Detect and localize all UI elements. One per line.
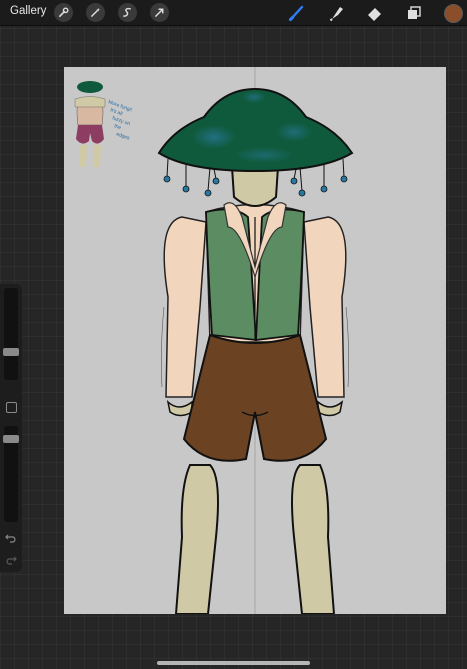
brush-icon — [288, 5, 304, 21]
brush-size-knob[interactable] — [3, 348, 19, 357]
modify-square-icon[interactable] — [6, 402, 17, 413]
selection-icon — [123, 7, 131, 17]
mushroom-cap — [157, 87, 354, 173]
transform-arrow-icon — [155, 8, 164, 17]
eraser-icon — [368, 7, 381, 21]
layers-icon — [408, 5, 421, 19]
transform-button[interactable] — [150, 3, 169, 22]
adjustments-button[interactable] — [86, 3, 105, 22]
brush-size-slider[interactable] — [4, 288, 18, 380]
home-indicator[interactable] — [157, 661, 310, 665]
brush-button[interactable] — [286, 2, 308, 23]
actions-button[interactable] — [54, 3, 73, 22]
magic-wand-icon — [91, 7, 101, 17]
gallery-button[interactable]: Gallery — [10, 5, 46, 17]
opacity-knob[interactable] — [3, 434, 19, 443]
wrench-icon — [59, 7, 69, 17]
artwork: More fungi! It's all fuzzy on the edges — [74, 67, 354, 614]
color-swatch-button[interactable] — [444, 4, 463, 23]
redo-icon[interactable] — [4, 554, 18, 566]
smudge-icon — [329, 6, 343, 21]
head — [230, 166, 280, 207]
layers-button[interactable] — [403, 2, 425, 23]
undo-icon[interactable] — [4, 532, 18, 544]
left-sidebar — [0, 284, 22, 572]
drawing-canvas[interactable]: More fungi! It's all fuzzy on the edges — [64, 67, 446, 614]
smudge-button[interactable] — [326, 2, 348, 23]
svg-text:the: the — [113, 123, 122, 131]
eraser-button[interactable] — [364, 2, 386, 23]
svg-text:edges: edges — [115, 131, 130, 141]
selection-button[interactable] — [118, 3, 137, 22]
top-toolbar: Gallery — [0, 0, 467, 26]
reference-sketch: More fungi! It's all fuzzy on the edges — [74, 81, 133, 167]
